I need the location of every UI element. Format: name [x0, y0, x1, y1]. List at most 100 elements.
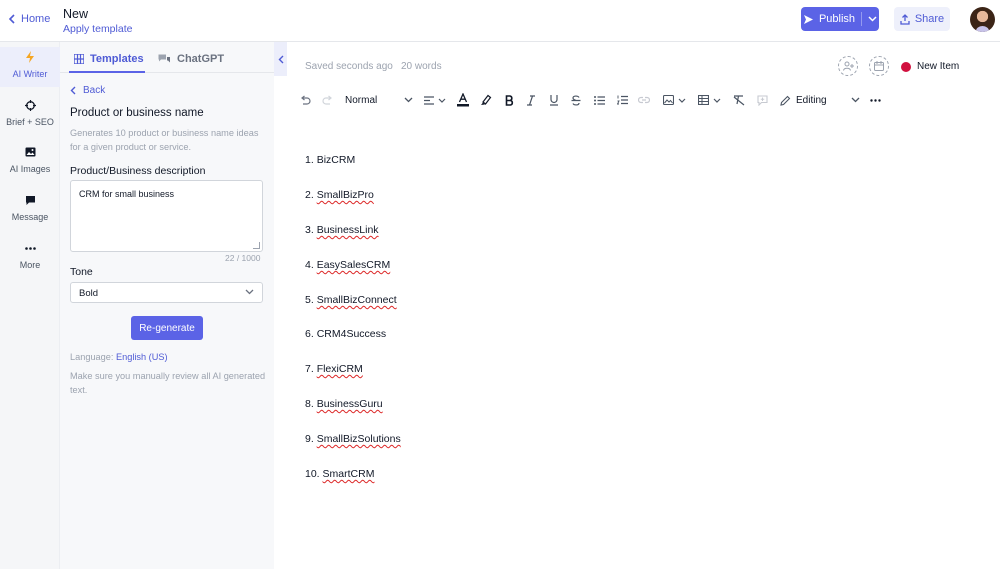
tab-chatgpt[interactable]: ChatGPT [158, 53, 224, 65]
italic-icon [527, 94, 535, 106]
list-text: SmartCRM [322, 468, 375, 480]
rail-item-label: Brief + SEO [6, 117, 54, 127]
list-item[interactable]: 6. CRM4Success [305, 328, 386, 340]
tone-select[interactable]: Bold [70, 282, 263, 303]
table-select[interactable] [696, 93, 722, 107]
list-item[interactable]: 7. FlexiCRM [305, 363, 363, 375]
rail-item-more[interactable]: More [0, 238, 60, 278]
italic-button[interactable] [524, 93, 538, 107]
list-number: 7. [305, 363, 314, 375]
user-avatar[interactable] [970, 7, 995, 32]
undo-button[interactable] [298, 93, 312, 107]
description-label: Product/Business description [70, 165, 206, 177]
more-options-button[interactable] [868, 93, 882, 107]
comment-button[interactable] [755, 93, 769, 107]
home-link-label: Home [21, 13, 51, 25]
upload-icon [900, 13, 910, 25]
list-item[interactable]: 9. SmallBizSolutions [305, 433, 401, 445]
home-link[interactable]: Home [8, 13, 50, 25]
list-number: 10. [305, 468, 320, 480]
assign-user-button[interactable] [838, 56, 858, 76]
list-item[interactable]: 5. SmallBizConnect [305, 294, 397, 306]
document-title[interactable]: New [63, 7, 88, 21]
resize-grip-icon[interactable] [253, 242, 260, 249]
bullet-list-icon [593, 95, 605, 105]
rail-item-message[interactable]: Message [0, 190, 60, 230]
bold-icon [505, 94, 513, 106]
list-item[interactable]: 3. BusinessLink [305, 224, 379, 236]
list-text: EasySalesCRM [316, 259, 391, 271]
highlighter-icon [481, 94, 492, 105]
comment-icon [756, 94, 768, 106]
editing-mode-select[interactable]: Editing [780, 93, 860, 107]
list-number: 9. [305, 433, 314, 445]
chevron-left-icon [70, 86, 76, 95]
list-text: FlexiCRM [316, 363, 363, 375]
rail-item-ai-images[interactable]: AI Images [0, 142, 60, 182]
rail-item-label: AI Writer [12, 69, 48, 79]
language-value[interactable]: English (US) [116, 352, 168, 362]
editing-mode: Editing [780, 95, 827, 106]
strikethrough-icon [571, 94, 581, 106]
list-number: 4. [305, 259, 314, 271]
item-status-label[interactable]: New Item [917, 61, 959, 72]
list-item[interactable]: 2. SmallBizPro [305, 189, 374, 201]
template-description: Generates 10 product or business name id… [70, 128, 259, 152]
target-icon [24, 99, 36, 111]
tone-value: Bold [79, 288, 99, 299]
save-status: Saved seconds ago [305, 61, 393, 72]
insert-image-select[interactable] [661, 93, 687, 107]
rail-item-ai-writer[interactable]: AI Writer [0, 47, 60, 87]
underline-button[interactable] [547, 93, 561, 107]
strikethrough-button[interactable] [569, 93, 583, 107]
list-number: 6. [305, 328, 314, 340]
clear-formatting-icon [733, 94, 745, 105]
numbered-list-button[interactable] [615, 93, 629, 107]
bold-button[interactable] [502, 93, 516, 107]
clear-formatting-button[interactable] [732, 93, 746, 107]
share-button[interactable]: Share [894, 7, 950, 31]
calendar-icon [874, 61, 884, 71]
text-color-button[interactable] [456, 93, 470, 107]
item-status-dot[interactable] [901, 62, 911, 72]
chevron-left-icon [278, 55, 283, 63]
highlight-button[interactable] [479, 93, 493, 107]
tab-templates[interactable]: Templates [74, 53, 144, 65]
redo-icon [321, 95, 332, 105]
editor-toolbar: Normal Editing [298, 90, 888, 110]
chevron-down-icon[interactable] [868, 16, 877, 22]
templates-panel: Templates ChatGPT Back Product or busine… [60, 42, 274, 569]
chevron-down-icon [404, 97, 413, 103]
word-count: 20 words [401, 61, 442, 72]
list-item[interactable]: 10. SmartCRM [305, 468, 374, 480]
align-left-icon [424, 95, 434, 105]
description-textarea[interactable]: CRM for small business [70, 180, 263, 252]
left-icon-rail: AI Writer Brief + SEO AI Images Message … [0, 42, 60, 569]
publish-label: Publish [818, 13, 856, 25]
paragraph-style-select[interactable]: Normal [345, 93, 413, 107]
align-select[interactable] [422, 93, 448, 107]
grid-icon [74, 54, 84, 64]
apply-template-link[interactable]: Apply template [63, 23, 132, 35]
chat-bubble-icon [24, 194, 36, 206]
collapse-panel-button[interactable] [274, 42, 287, 76]
chat-bubbles-icon [158, 54, 170, 63]
publish-button[interactable]: Publish [801, 7, 879, 31]
link-button[interactable] [637, 93, 651, 107]
back-link[interactable]: Back [70, 85, 105, 96]
chevron-down-icon [678, 98, 685, 103]
schedule-button[interactable] [869, 56, 889, 76]
tab-label: ChatGPT [177, 53, 225, 65]
redo-button[interactable] [320, 93, 334, 107]
list-item[interactable]: 8. BusinessGuru [305, 398, 383, 410]
pencil-icon [780, 95, 791, 106]
rail-item-brief-seo[interactable]: Brief + SEO [0, 95, 60, 135]
bullet-list-button[interactable] [592, 93, 606, 107]
list-item[interactable]: 1. BizCRM [305, 154, 355, 166]
list-text: CRM4Success [316, 328, 387, 340]
description-value: CRM for small business [79, 189, 175, 199]
list-item[interactable]: 4. EasySalesCRM [305, 259, 390, 271]
list-number: 1. [305, 154, 314, 166]
regenerate-button[interactable]: Re-generate [131, 316, 203, 340]
link-icon [638, 96, 650, 104]
